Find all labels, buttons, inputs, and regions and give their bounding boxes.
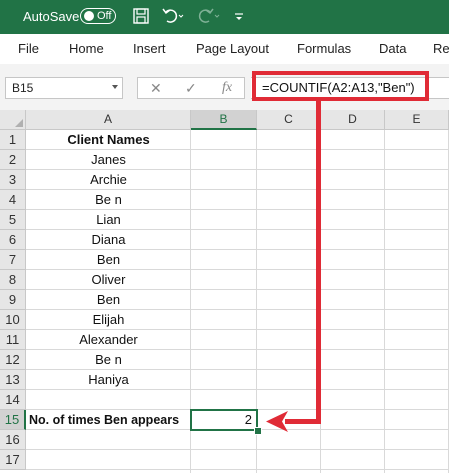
save-icon[interactable]: [131, 6, 151, 26]
row-header[interactable]: 8: [0, 270, 26, 290]
tab-insert[interactable]: Insert: [133, 41, 166, 56]
column-header-c[interactable]: C: [257, 110, 321, 130]
cell-name[interactable]: Haniya: [26, 370, 191, 390]
row-header[interactable]: 13: [0, 370, 26, 390]
row-header[interactable]: 4: [0, 190, 26, 210]
row-header[interactable]: 1: [0, 130, 26, 150]
cell-name[interactable]: Archie: [26, 170, 191, 190]
row-header[interactable]: 2: [0, 150, 26, 170]
cancel-icon[interactable]: ✕: [150, 80, 162, 97]
tab-home[interactable]: Home: [69, 41, 104, 56]
row-header-15[interactable]: 15: [0, 410, 26, 430]
column-header-e[interactable]: E: [385, 110, 449, 130]
column-header-a[interactable]: A: [26, 110, 191, 130]
cell-name[interactable]: Lian: [26, 210, 191, 230]
cell-name[interactable]: Be n: [26, 190, 191, 210]
active-cell-b15[interactable]: 2: [190, 409, 258, 431]
autosave-toggle[interactable]: Off: [80, 8, 116, 24]
row-header[interactable]: 12: [0, 350, 26, 370]
cell-name[interactable]: Diana: [26, 230, 191, 250]
row-header[interactable]: 16: [0, 430, 26, 450]
cell-name[interactable]: Alexander: [26, 330, 191, 350]
toggle-knob: [84, 11, 94, 21]
gridline: [26, 469, 449, 470]
name-box[interactable]: B15: [5, 77, 123, 99]
callout-arrow-horizontal: [285, 419, 321, 424]
row-header[interactable]: 9: [0, 290, 26, 310]
cell-name[interactable]: Ben: [26, 290, 191, 310]
formula-callout-box: [252, 71, 429, 101]
cell-a1-header[interactable]: Client Names: [26, 130, 191, 150]
row-header[interactable]: 11: [0, 330, 26, 350]
column-header-d[interactable]: D: [321, 110, 385, 130]
column-header-b[interactable]: B: [191, 110, 257, 130]
select-all-corner[interactable]: [0, 110, 26, 130]
customize-toolbar-icon[interactable]: [233, 6, 245, 26]
callout-arrowhead: [266, 411, 288, 432]
tab-file[interactable]: File: [18, 41, 39, 56]
ribbon-tabs: File Home Insert Page Layout Formulas Da…: [0, 34, 449, 64]
cell-name[interactable]: Be n: [26, 350, 191, 370]
row-header[interactable]: 14: [0, 390, 26, 410]
row-header[interactable]: 3: [0, 170, 26, 190]
autosave-state: Off: [97, 10, 112, 22]
row-header[interactable]: 5: [0, 210, 26, 230]
tab-data[interactable]: Data: [379, 41, 406, 56]
cell-b15-value: 2: [244, 412, 252, 427]
formula-buttons: ✕ ✓ fx: [137, 77, 245, 99]
cell-a15-label[interactable]: No. of times Ben appears: [26, 410, 191, 430]
tab-page-layout[interactable]: Page Layout: [196, 41, 269, 56]
autosave-label: AutoSave: [23, 9, 80, 24]
cell-name[interactable]: Ben: [26, 250, 191, 270]
redo-icon[interactable]: [196, 6, 220, 26]
title-bar: AutoSave Off: [0, 0, 449, 34]
undo-icon[interactable]: [160, 6, 184, 26]
name-box-dropdown-icon[interactable]: [112, 85, 118, 89]
row-header[interactable]: 10: [0, 310, 26, 330]
tab-formulas[interactable]: Formulas: [297, 41, 351, 56]
row-header[interactable]: 7: [0, 250, 26, 270]
cell-name[interactable]: Elijah: [26, 310, 191, 330]
gridline: [26, 449, 449, 450]
insert-function-icon[interactable]: fx: [222, 80, 232, 96]
cell-name[interactable]: Oliver: [26, 270, 191, 290]
row-header[interactable]: 17: [0, 450, 26, 470]
callout-arrow-vertical: [316, 97, 321, 424]
cell-name[interactable]: Janes: [26, 150, 191, 170]
row-header[interactable]: 6: [0, 230, 26, 250]
enter-icon[interactable]: ✓: [185, 80, 197, 97]
gridline: [384, 130, 385, 473]
fill-handle[interactable]: [254, 427, 262, 435]
tab-review[interactable]: Re: [433, 41, 449, 56]
